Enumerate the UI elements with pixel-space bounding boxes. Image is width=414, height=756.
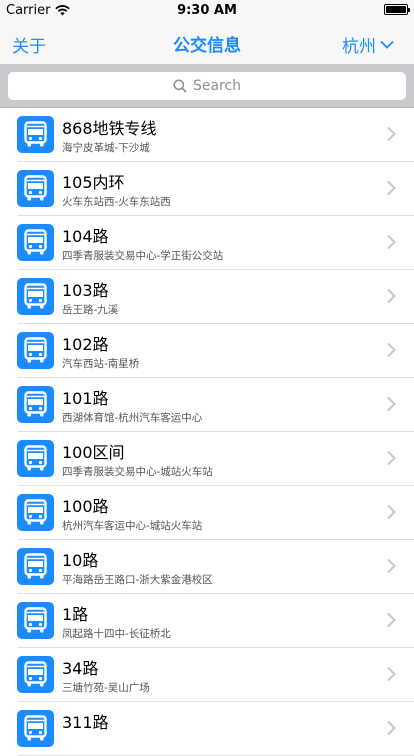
- route-path: 岳王路-九溪: [62, 304, 119, 316]
- route-path: 西湖体育馆-杭州汽车客运中心: [62, 412, 203, 424]
- bus-icon: [17, 332, 54, 369]
- route-row[interactable]: 10路 平海路岳王路口-浙大紫金港校区: [0, 540, 414, 594]
- route-name: 101路: [62, 389, 109, 408]
- bus-icon: [17, 548, 54, 585]
- route-row[interactable]: 103路 岳王路-九溪: [0, 270, 414, 324]
- route-row[interactable]: 868地铁专线 海宁皮革城-下沙城: [0, 108, 414, 162]
- bus-icon: [17, 224, 54, 261]
- chevron-right-icon: [387, 180, 396, 196]
- bus-icon: [17, 386, 54, 423]
- route-name: 868地铁专线: [62, 119, 157, 138]
- chevron-right-icon: [387, 126, 396, 142]
- chevron-right-icon: [387, 288, 396, 304]
- route-name: 10路: [62, 551, 99, 570]
- route-row[interactable]: 34路 三塘竹苑-吴山广场: [0, 648, 414, 702]
- search-bar: Search: [0, 64, 414, 108]
- bus-icon: [17, 656, 54, 693]
- city-label: 杭州: [342, 37, 376, 57]
- chevron-right-icon: [387, 558, 396, 574]
- route-path: 凤起路十四中-长征桥北: [62, 628, 171, 640]
- chevron-right-icon: [387, 504, 396, 520]
- status-time: 9:30 AM: [177, 3, 237, 18]
- bus-icon: [17, 710, 54, 747]
- route-row[interactable]: 1路 凤起路十四中-长征桥北: [0, 594, 414, 648]
- bus-icon: [17, 116, 54, 153]
- chevron-right-icon: [387, 396, 396, 412]
- route-name: 100路: [62, 497, 109, 516]
- route-name: 34路: [62, 659, 99, 678]
- route-name: 103路: [62, 281, 109, 300]
- route-path: 四季青服装交易中心-城站火车站: [62, 466, 213, 478]
- route-list: 868地铁专线 海宁皮革城-下沙城 105内环 火车东站西-火车东站西 104路…: [0, 108, 414, 756]
- chevron-down-icon: [380, 40, 394, 49]
- route-path: 四季青服装交易中心-学正街公交站: [62, 250, 224, 262]
- route-path: 三塘竹苑-吴山广场: [62, 682, 150, 694]
- bus-icon: [17, 170, 54, 207]
- route-row[interactable]: 101路 西湖体育馆-杭州汽车客运中心: [0, 378, 414, 432]
- route-row[interactable]: 105内环 火车东站西-火车东站西: [0, 162, 414, 216]
- search-input[interactable]: Search: [8, 72, 406, 100]
- route-name: 1路: [62, 605, 89, 624]
- bus-icon: [17, 494, 54, 531]
- city-selector[interactable]: 杭州: [342, 32, 394, 57]
- route-name: 104路: [62, 227, 109, 246]
- search-placeholder: Search: [192, 78, 242, 94]
- route-name: 311路: [62, 713, 109, 732]
- route-row[interactable]: 104路 四季青服装交易中心-学正街公交站: [0, 216, 414, 270]
- chevron-right-icon: [387, 234, 396, 250]
- chevron-right-icon: [387, 612, 396, 628]
- route-name: 105内环: [62, 173, 125, 192]
- route-path: 海宁皮革城-下沙城: [62, 142, 150, 154]
- chevron-right-icon: [387, 342, 396, 358]
- status-bar: Carrier 9:30 AM: [0, 0, 414, 22]
- bus-icon: [17, 440, 54, 477]
- route-name: 102路: [62, 335, 109, 354]
- battery-icon: [384, 4, 410, 15]
- route-row[interactable]: 100路 杭州汽车客运中心-城站火车站: [0, 486, 414, 540]
- chevron-right-icon: [387, 450, 396, 466]
- bus-icon: [17, 278, 54, 315]
- route-path: 汽车西站-南星桥: [62, 358, 140, 370]
- route-path: 平海路岳王路口-浙大紫金港校区: [62, 574, 213, 586]
- route-path: 火车东站西-火车东站西: [62, 196, 171, 208]
- route-row[interactable]: 102路 汽车西站-南星桥: [0, 324, 414, 378]
- route-row[interactable]: 311路: [0, 702, 414, 756]
- route-path: 杭州汽车客运中心-城站火车站: [62, 520, 203, 532]
- bus-icon: [17, 602, 54, 639]
- search-icon: [173, 79, 187, 93]
- chevron-right-icon: [387, 720, 396, 736]
- route-name: 100区间: [62, 443, 125, 462]
- route-row[interactable]: 100区间 四季青服装交易中心-城站火车站: [0, 432, 414, 486]
- chevron-right-icon: [387, 666, 396, 682]
- nav-bar: 关于 公交信息 杭州: [0, 22, 414, 64]
